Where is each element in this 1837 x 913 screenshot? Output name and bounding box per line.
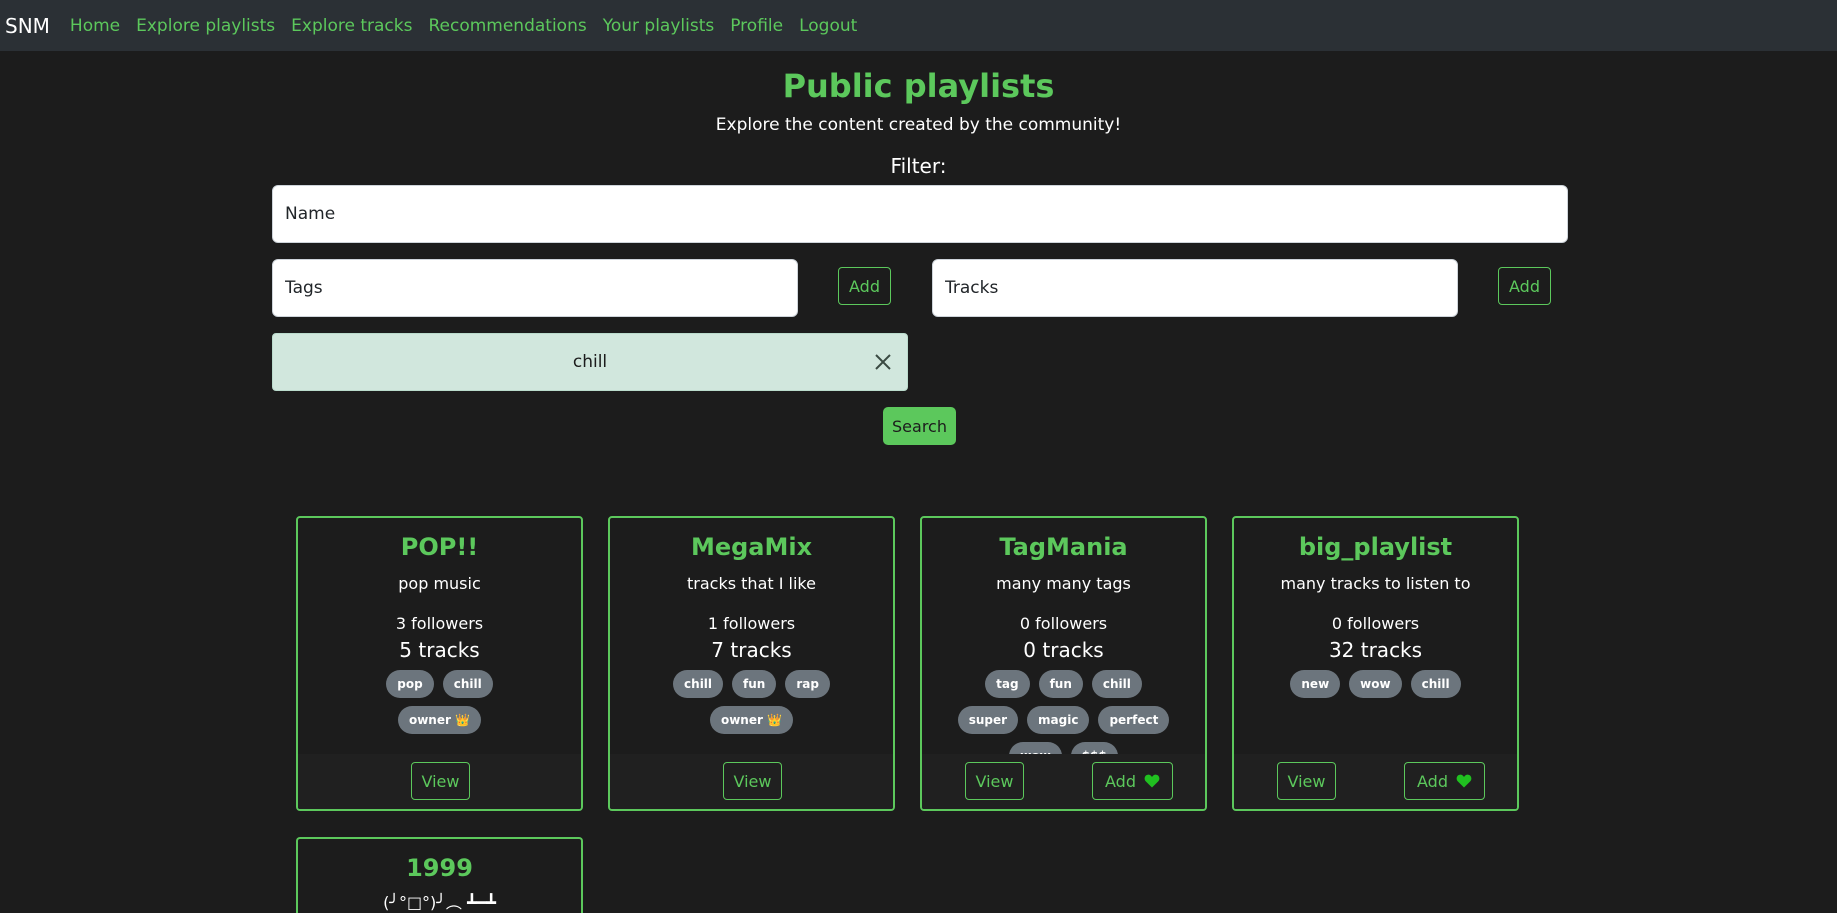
playlist-name: POP!! (400, 533, 479, 561)
tag-list: pop chill owner 👑 (348, 670, 531, 734)
tag-badge: perfect (1098, 706, 1170, 734)
owner-badge: owner 👑 (709, 706, 794, 734)
nav-link-home[interactable]: Home (70, 16, 120, 36)
page-subtitle: Explore the content created by the commu… (715, 115, 1122, 135)
playlist-card: TagMania many many tags 0 followers 0 tr… (920, 516, 1207, 811)
heart-icon (1144, 774, 1160, 788)
add-playlist-button[interactable]: Add (1404, 762, 1485, 800)
view-button[interactable]: View (965, 762, 1024, 800)
active-tag-label: chill (572, 352, 608, 372)
tag-badge: fun (732, 670, 777, 698)
tag-list: new wow chill (1274, 670, 1477, 698)
view-button[interactable]: View (1277, 762, 1336, 800)
tag-badge: tag (985, 670, 1030, 698)
tag-badge: super (957, 706, 1019, 734)
card-footer: View Add (1234, 754, 1517, 809)
playlist-followers: 0 followers (1331, 614, 1420, 633)
playlist-description: (╯°□°)╯︵ ┻━┻ (383, 893, 496, 912)
nav-link-explore-tracks[interactable]: Explore tracks (291, 16, 412, 36)
top-navbar: SNM Home Explore playlists Explore track… (0, 0, 1837, 51)
playlist-name: big_playlist (1298, 533, 1453, 561)
playlist-followers: 1 followers (707, 614, 796, 633)
view-button[interactable]: View (411, 762, 470, 800)
tracks-filter-input[interactable] (932, 259, 1458, 317)
filter-label: Filter: (890, 154, 947, 178)
card-footer: View (298, 754, 581, 809)
page-title: Public playlists (782, 67, 1055, 105)
tags-filter-input[interactable] (272, 259, 798, 317)
close-icon[interactable] (871, 350, 895, 374)
view-button[interactable]: View (723, 762, 782, 800)
tag-badge: magic (1027, 706, 1090, 734)
tag-list: chill fun rap owner 👑 (650, 670, 853, 734)
playlist-description: many many tags (996, 574, 1131, 593)
playlist-followers: 0 followers (1019, 614, 1108, 633)
nav-link-profile[interactable]: Profile (730, 16, 783, 36)
playlist-name: TagMania (999, 533, 1128, 561)
tag-badge: chill (673, 670, 724, 698)
tag-badge: chill (1091, 670, 1142, 698)
nav-link-your-playlists[interactable]: Your playlists (603, 16, 715, 36)
tag-badge: rap (785, 670, 830, 698)
playlist-track-count: 32 tracks (1328, 638, 1423, 662)
search-button[interactable]: Search (883, 407, 956, 445)
playlist-description: pop music (398, 574, 481, 593)
card-footer: View (610, 754, 893, 809)
brand-link[interactable]: SNM (5, 14, 50, 38)
playlist-track-count: 5 tracks (399, 638, 480, 662)
playlist-track-count: 0 tracks (1023, 638, 1104, 662)
tag-badge: pop (386, 670, 434, 698)
add-tag-button[interactable]: Add (838, 267, 891, 305)
nav-link-recommendations[interactable]: Recommendations (428, 16, 586, 36)
tag-badge: chill (442, 670, 493, 698)
playlist-card: POP!! pop music 3 followers 5 tracks pop… (296, 516, 583, 811)
playlist-card: big_playlist many tracks to listen to 0 … (1232, 516, 1519, 811)
card-footer: View Add (922, 754, 1205, 809)
nav-link-explore-playlists[interactable]: Explore playlists (136, 16, 275, 36)
playlist-track-count: 7 tracks (711, 638, 792, 662)
add-label: Add (1417, 771, 1448, 791)
tag-badge: chill (1410, 670, 1461, 698)
tag-badge: wow (1349, 670, 1402, 698)
playlist-card: MegaMix tracks that I like 1 followers 7… (608, 516, 895, 811)
playlist-description: tracks that I like (687, 574, 816, 593)
name-filter-input[interactable] (272, 185, 1568, 243)
playlist-name: 1999 (406, 854, 473, 882)
heart-icon (1456, 774, 1472, 788)
tag-badge: fun (1038, 670, 1083, 698)
add-playlist-button[interactable]: Add (1092, 762, 1173, 800)
add-track-button[interactable]: Add (1498, 267, 1551, 305)
playlist-name: MegaMix (690, 533, 813, 561)
playlist-description: many tracks to listen to (1280, 574, 1471, 593)
owner-badge: owner 👑 (397, 706, 482, 734)
tag-badge: new (1290, 670, 1341, 698)
playlist-card: 1999 (╯°□°)╯︵ ┻━┻ (296, 837, 583, 913)
nav-link-logout[interactable]: Logout (799, 16, 857, 36)
active-tag-chip: chill (272, 333, 908, 391)
add-label: Add (1105, 771, 1136, 791)
playlist-followers: 3 followers (395, 614, 484, 633)
